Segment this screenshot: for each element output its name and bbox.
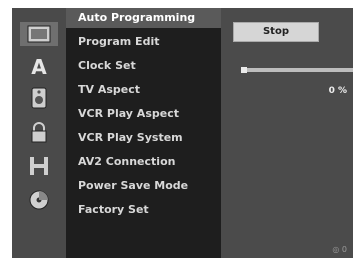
progress-bar <box>241 67 353 73</box>
menu-item-tv-aspect[interactable]: TV Aspect <box>78 83 140 96</box>
settings-menu: Auto Programming Program Edit Clock Set … <box>66 8 221 258</box>
svg-text:A: A <box>31 55 47 77</box>
language-icon[interactable]: A <box>20 54 58 78</box>
menu-item-power-save-mode[interactable]: Power Save Mode <box>78 179 188 192</box>
menu-item-clock-set[interactable]: Clock Set <box>78 59 136 72</box>
menu-item-av2-connection[interactable]: AV2 Connection <box>78 155 175 168</box>
menu-item-factory-set[interactable]: Factory Set <box>78 203 149 216</box>
auto-programming-panel: Stop 0 % ◎ 0 <box>221 8 353 258</box>
progress-fill <box>241 67 247 73</box>
stop-button[interactable]: Stop <box>233 22 319 42</box>
menu-item-vcr-play-aspect[interactable]: VCR Play Aspect <box>78 107 179 120</box>
lock-icon[interactable] <box>20 120 58 144</box>
menu-item-auto-programming[interactable]: Auto Programming <box>66 8 221 28</box>
film-icon[interactable] <box>20 154 58 178</box>
disc-menu-icon[interactable] <box>20 22 58 46</box>
setup-screen: A Auto Programming Program Edit Clock Se… <box>12 8 353 258</box>
menu-item-program-edit[interactable]: Program Edit <box>78 35 159 48</box>
category-iconbar: A <box>12 8 66 258</box>
progress-percent: 0 % <box>328 86 347 96</box>
disc-icon[interactable] <box>20 188 58 212</box>
menu-item-vcr-play-system[interactable]: VCR Play System <box>78 131 183 144</box>
audio-icon[interactable] <box>20 86 58 110</box>
button-hint: ◎ 0 <box>332 245 347 254</box>
